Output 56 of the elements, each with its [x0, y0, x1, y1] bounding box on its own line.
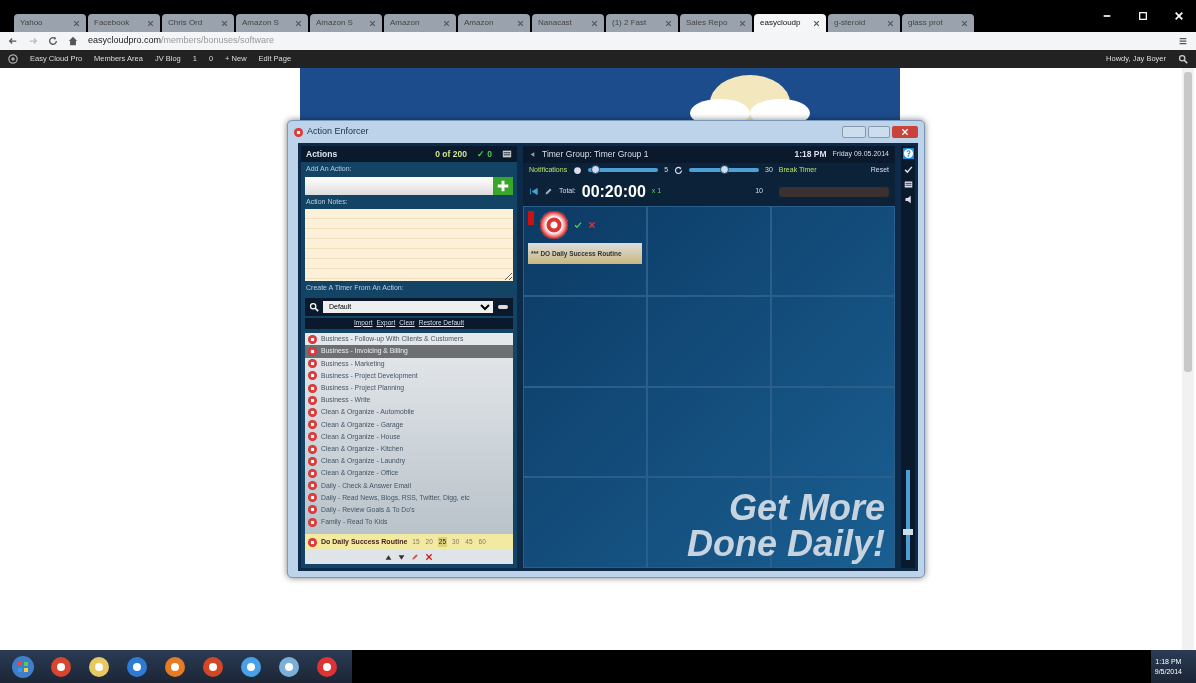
up-icon[interactable]: [385, 553, 392, 561]
app-icon: [294, 127, 303, 137]
menu-icon[interactable]: [1178, 36, 1188, 46]
volume-thumb[interactable]: [903, 528, 913, 535]
skip-icon[interactable]: [529, 187, 538, 196]
edit-icon[interactable]: [411, 553, 419, 561]
window-title: Action Enforcer: [307, 125, 369, 139]
panel-heading: Actions: [306, 147, 338, 161]
close-button[interactable]: [892, 126, 918, 138]
list-icon[interactable]: [903, 180, 913, 189]
delete-icon[interactable]: [425, 553, 433, 561]
browser-tab[interactable]: Sales Repo: [680, 14, 752, 32]
slider-thumb[interactable]: [591, 165, 601, 175]
browser-tab[interactable]: Amazon: [384, 14, 456, 32]
down-icon[interactable]: [398, 553, 405, 561]
collapse-icon[interactable]: [529, 151, 536, 158]
browser-tab[interactable]: glass prot: [902, 14, 974, 32]
volume-icon: [573, 165, 583, 175]
list-icon[interactable]: [502, 149, 512, 159]
clock-time: 1:18 PM: [794, 148, 827, 161]
completed-count: ✓ 0: [476, 147, 492, 161]
repeat-icon: [674, 165, 684, 175]
browser-tab[interactable]: Amazon S: [310, 14, 382, 32]
add-button[interactable]: [493, 176, 513, 195]
check-icon[interactable]: [574, 220, 582, 229]
browser-tab[interactable]: Amazon S: [236, 14, 308, 32]
browser-tab[interactable]: Facebook: [88, 14, 160, 32]
group-title: Timer Group: Timer Group 1: [542, 148, 649, 161]
browser-tab[interactable]: Chris Ord: [162, 14, 234, 32]
search-icon[interactable]: [1178, 54, 1188, 64]
browser-tab[interactable]: easycloudp: [754, 14, 826, 32]
browser-tab[interactable]: Yahoo: [14, 14, 86, 32]
home-icon[interactable]: [68, 36, 78, 46]
total-time: 00:20:00: [581, 181, 646, 202]
action-count: 0 of 200: [435, 147, 467, 161]
notes-field[interactable]: [305, 209, 513, 281]
speaker-icon[interactable]: [903, 195, 913, 204]
wordpress-icon[interactable]: [8, 54, 18, 64]
help-icon[interactable]: [902, 148, 914, 159]
action-input[interactable]: [305, 176, 493, 195]
close-icon[interactable]: [813, 19, 820, 27]
check-icon[interactable]: [903, 165, 913, 174]
edit-icon[interactable]: [544, 187, 553, 196]
reload-icon[interactable]: [48, 36, 58, 46]
browser-tab[interactable]: Nanacast: [532, 14, 604, 32]
search-icon: [309, 301, 319, 312]
slogan-text: Get More: [727, 490, 885, 526]
alarm-icon: [528, 210, 534, 225]
slider-thumb[interactable]: [719, 165, 729, 175]
scrollbar[interactable]: [1182, 68, 1194, 650]
browser-tab[interactable]: (1) 2 Fast: [606, 14, 678, 32]
browser-tab[interactable]: Amazon: [458, 14, 530, 32]
browser-tab[interactable]: g-steroid: [828, 14, 900, 32]
back-icon[interactable]: [8, 36, 18, 46]
target-icon[interactable]: [540, 210, 568, 239]
slogan-text: Done Daily!: [686, 526, 885, 562]
